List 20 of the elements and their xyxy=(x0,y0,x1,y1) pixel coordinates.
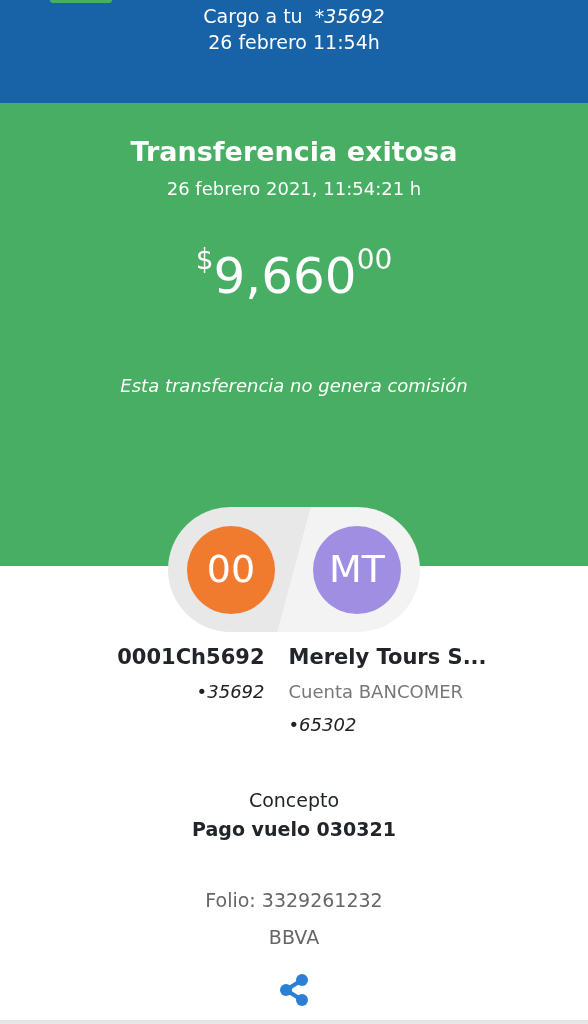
charge-label: Cargo a tu xyxy=(203,5,303,27)
account-number: *35692 xyxy=(314,5,385,27)
party-name: 0001Ch5692 xyxy=(116,644,265,671)
commission-note: Esta transferencia no genera comisión xyxy=(119,374,469,398)
folio-number: Folio: 3329261232 xyxy=(204,888,384,913)
amount: $^{$}$9,660$^{00}$ xyxy=(195,247,393,305)
tab-edge xyxy=(50,0,112,3)
account-number: •35692 xyxy=(195,680,265,704)
header-date: 26 febrero 11:54h xyxy=(207,30,381,55)
result-datetime: 26 febrero 2021, 11:54:21 h xyxy=(165,177,423,201)
bank-name: Cuenta BANCOMER xyxy=(288,680,465,704)
account-number: •65302 xyxy=(288,713,358,737)
avatar: MT xyxy=(313,525,401,614)
concept-value: Pago vuelo 030321 xyxy=(191,816,397,842)
party-name: Merely Tours S... xyxy=(288,644,488,671)
concept-label: Concepto xyxy=(247,788,341,813)
avatar: 00 xyxy=(187,525,275,614)
bank-label: BBVA xyxy=(268,925,320,948)
share-icon[interactable] xyxy=(278,973,310,1007)
result-title: Transferencia exitosa xyxy=(129,135,459,169)
